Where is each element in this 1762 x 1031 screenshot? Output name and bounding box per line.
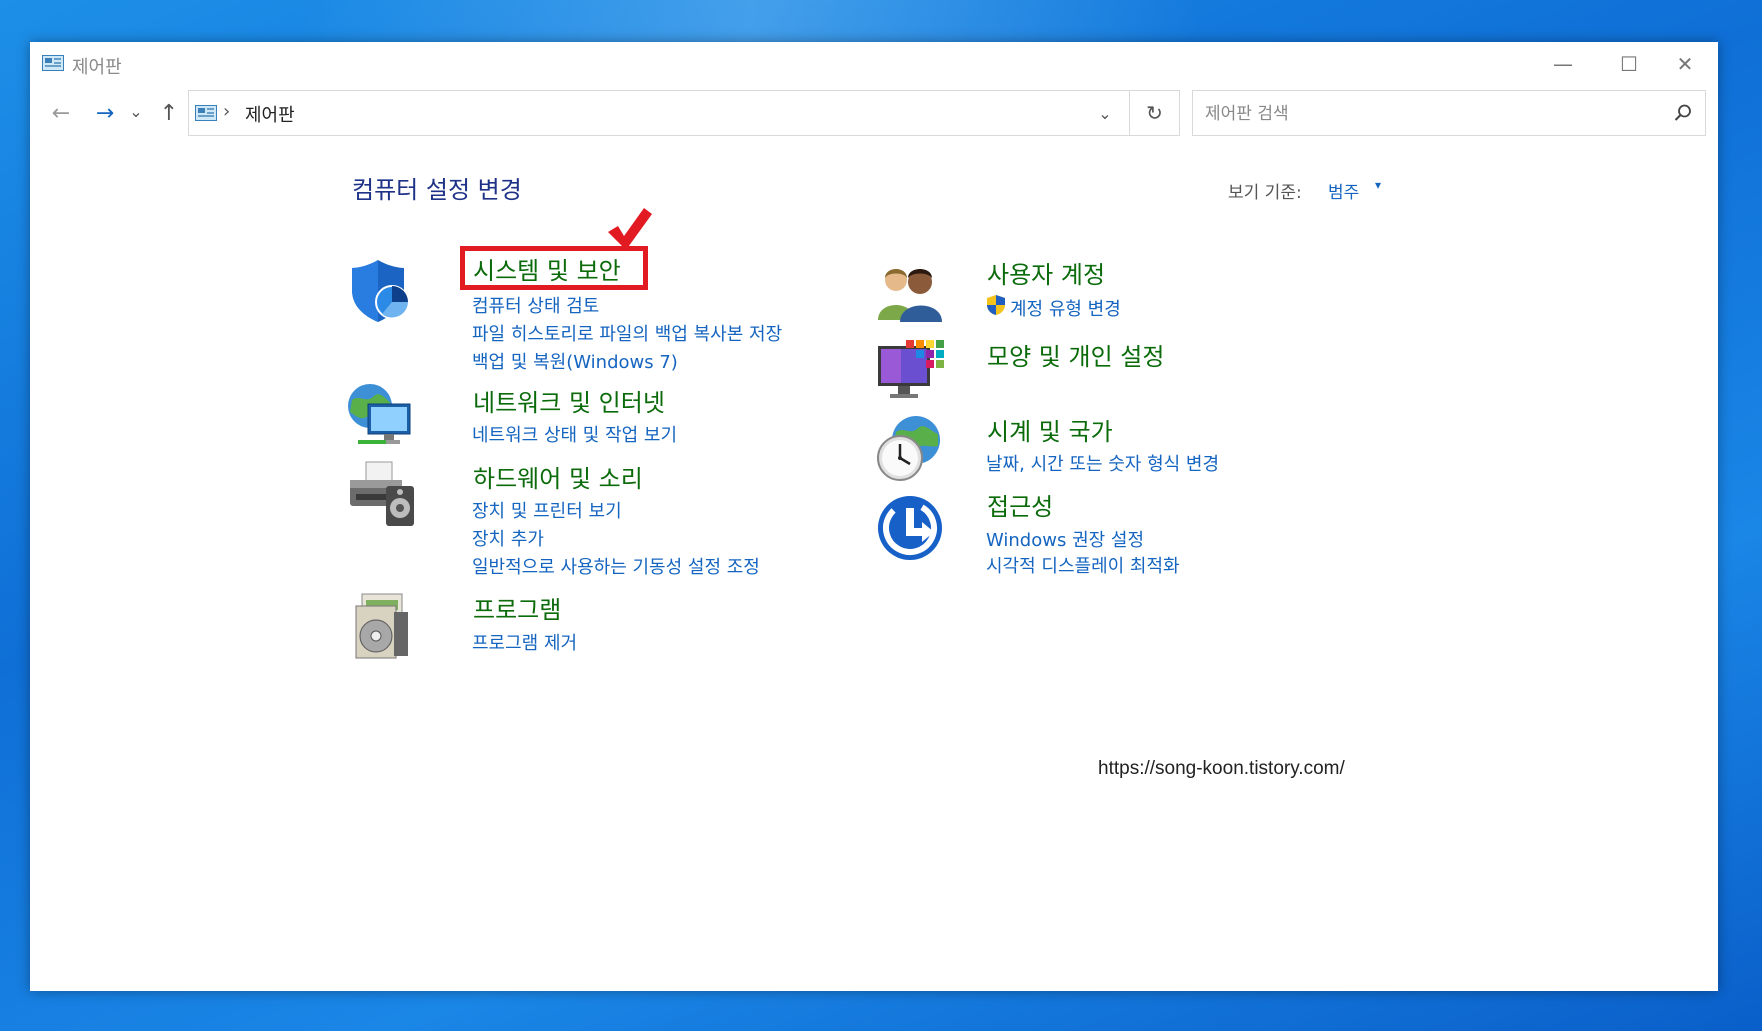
close-button[interactable]: ✕ [1652, 42, 1718, 86]
view-by-caret-icon[interactable]: ▾ [1375, 178, 1381, 192]
up-button[interactable]: ↑ [154, 98, 184, 128]
link-network-status[interactable]: 네트워크 상태 및 작업 보기 [472, 421, 677, 447]
recent-locations-button[interactable]: ⌄ [126, 96, 146, 126]
category-title-user-accounts[interactable]: 사용자 계정 [987, 255, 1105, 290]
back-button[interactable]: ← [44, 98, 78, 128]
link-uninstall-program[interactable]: 프로그램 제거 [472, 629, 577, 655]
category-title-network-internet[interactable]: 네트워크 및 인터넷 [473, 383, 665, 418]
link-mobility-settings[interactable]: 일반적으로 사용하는 기동성 설정 조정 [472, 553, 760, 579]
programs-disc-icon[interactable] [350, 592, 418, 660]
link-file-history-backup[interactable]: 파일 히스토리로 파일의 백업 복사본 저장 [472, 320, 782, 346]
control-panel-icon [42, 55, 64, 71]
checkmark-icon [608, 208, 652, 250]
category-title-hardware-sound[interactable]: 하드웨어 및 소리 [473, 459, 643, 494]
watermark-url: https://song-koon.tistory.com/ [1098, 758, 1345, 779]
category-title-ease-of-access[interactable]: 접근성 [987, 487, 1053, 522]
category-title-programs[interactable]: 프로그램 [473, 590, 561, 625]
monitor-palette-icon[interactable] [876, 336, 944, 404]
printer-speaker-icon[interactable] [348, 460, 416, 528]
shield-icon[interactable] [348, 256, 416, 324]
link-add-device[interactable]: 장치 추가 [472, 525, 544, 551]
link-review-computer-status[interactable]: 컴퓨터 상태 검토 [472, 292, 599, 318]
users-icon[interactable] [876, 256, 944, 324]
address-dropdown-button[interactable]: ⌄ [1081, 91, 1129, 135]
forward-button[interactable]: → [88, 98, 122, 128]
view-by-dropdown[interactable]: 범주 [1328, 178, 1359, 203]
link-backup-restore[interactable]: 백업 및 복원(Windows 7) [472, 348, 678, 374]
breadcrumb-chevron-icon: › [223, 101, 231, 122]
category-title-system-security[interactable]: 시스템 및 보안 [473, 251, 621, 286]
link-optimize-display[interactable]: 시각적 디스플레이 최적화 [986, 552, 1180, 578]
control-panel-window: 제어판 — ☐ ✕ ← → ⌄ ↑ › 제어판 ⌄ ↻ 컴퓨터 설정 변경 보기… [30, 42, 1718, 991]
accessibility-icon[interactable] [876, 494, 944, 562]
link-change-account-type[interactable]: 계정 유형 변경 [1010, 295, 1121, 321]
window-title: 제어판 [72, 57, 122, 78]
control-panel-icon [195, 105, 217, 121]
link-date-time-format[interactable]: 날짜, 시간 또는 숫자 형식 변경 [986, 450, 1219, 476]
breadcrumb-control-panel[interactable]: 제어판 [245, 101, 295, 127]
minimize-button[interactable]: — [1530, 42, 1596, 86]
uac-shield-icon [987, 295, 1005, 315]
network-globe-icon[interactable] [346, 382, 414, 450]
address-bar[interactable]: › 제어판 ⌄ [188, 90, 1130, 136]
link-devices-printers[interactable]: 장치 및 프린터 보기 [472, 497, 622, 523]
search-input[interactable] [1203, 99, 1647, 129]
category-title-clock-region[interactable]: 시계 및 국가 [987, 412, 1113, 447]
link-windows-recommended[interactable]: Windows 권장 설정 [986, 526, 1144, 552]
search-box[interactable] [1192, 90, 1706, 136]
view-by-label: 보기 기준: [1228, 183, 1302, 203]
title-bar: 제어판 — ☐ ✕ [30, 42, 1718, 86]
search-icon[interactable] [1673, 103, 1693, 123]
page-title: 컴퓨터 설정 변경 [352, 176, 522, 204]
refresh-button[interactable]: ↻ [1130, 90, 1180, 136]
category-title-appearance[interactable]: 모양 및 개인 설정 [987, 337, 1164, 372]
clock-globe-icon[interactable] [876, 414, 944, 482]
